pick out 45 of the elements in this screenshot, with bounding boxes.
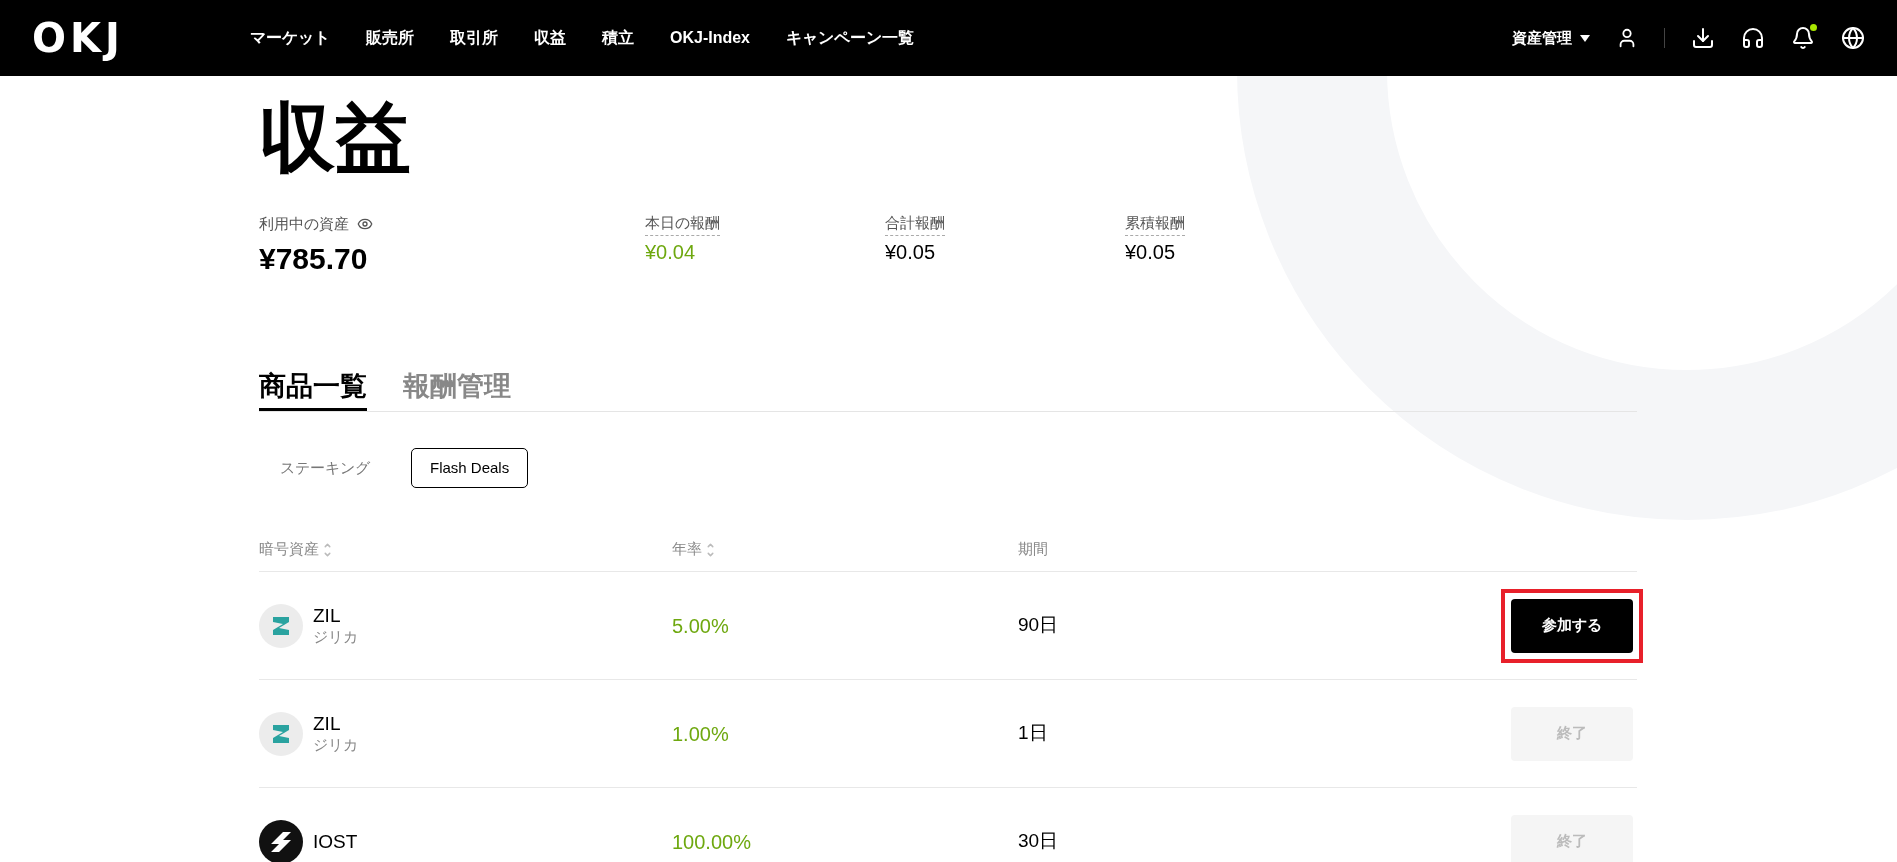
annual-rate: 5.00% <box>672 613 730 639</box>
stat-value: ¥785.70 <box>259 241 369 277</box>
nav-link[interactable]: 販売所 <box>366 26 414 50</box>
stat-value: ¥0.04 <box>645 240 697 265</box>
filter-chip[interactable]: ステーキング <box>261 448 389 488</box>
term: 90日 <box>1018 613 1060 638</box>
nav-link[interactable]: 積立 <box>602 26 634 50</box>
coin-logo-icon <box>259 711 303 756</box>
bell-icon[interactable] <box>1791 26 1815 50</box>
stat-label: 累積報酬 <box>1125 212 1185 236</box>
column-header[interactable]: 暗号資産 <box>259 538 319 561</box>
nav-link[interactable]: 収益 <box>534 26 566 50</box>
logo[interactable]: OKJ <box>32 8 182 68</box>
download-icon[interactable] <box>1691 26 1715 50</box>
stat-value: ¥0.05 <box>885 240 937 265</box>
action-button[interactable]: 参加する <box>1511 598 1633 653</box>
nav-link[interactable]: キャンペーン一覧 <box>786 26 914 50</box>
page-title: 収益 <box>259 100 412 176</box>
coin-name: ジリカ <box>313 628 358 647</box>
column-header: 期間 <box>1018 539 1048 560</box>
stat-label: 利用中の資産 <box>259 213 349 234</box>
stat-value: ¥0.05 <box>1125 240 1177 265</box>
term: 1日 <box>1018 721 1049 746</box>
term: 30日 <box>1018 829 1060 854</box>
annual-rate: 100.00% <box>672 829 752 855</box>
nav-link[interactable]: 取引所 <box>450 26 498 50</box>
coin-symbol: ZIL <box>313 604 342 628</box>
coin-symbol: IOST <box>313 829 358 854</box>
headset-icon[interactable] <box>1741 26 1765 50</box>
coin-symbol: ZIL <box>313 712 342 736</box>
asset-menu-button[interactable]: 資産管理 <box>1512 26 1590 50</box>
globe-icon[interactable] <box>1841 26 1865 50</box>
eye-icon[interactable] <box>357 216 373 232</box>
column-header[interactable]: 年率 <box>672 538 702 561</box>
stat-label: 合計報酬 <box>885 212 945 236</box>
caret-icon <box>1580 34 1590 42</box>
annual-rate: 1.00% <box>672 721 730 747</box>
coin-logo-icon <box>259 603 303 648</box>
coin-name: ジリカ <box>313 736 358 755</box>
stat-label: 本日の報酬 <box>645 212 720 236</box>
nav-link[interactable]: OKJ-Index <box>670 26 750 50</box>
tab[interactable]: 報酬管理 <box>403 365 511 411</box>
filter-chip[interactable]: Flash Deals <box>411 448 529 488</box>
nav-link[interactable]: マーケット <box>250 26 330 50</box>
tab[interactable]: 商品一覧 <box>259 365 367 411</box>
